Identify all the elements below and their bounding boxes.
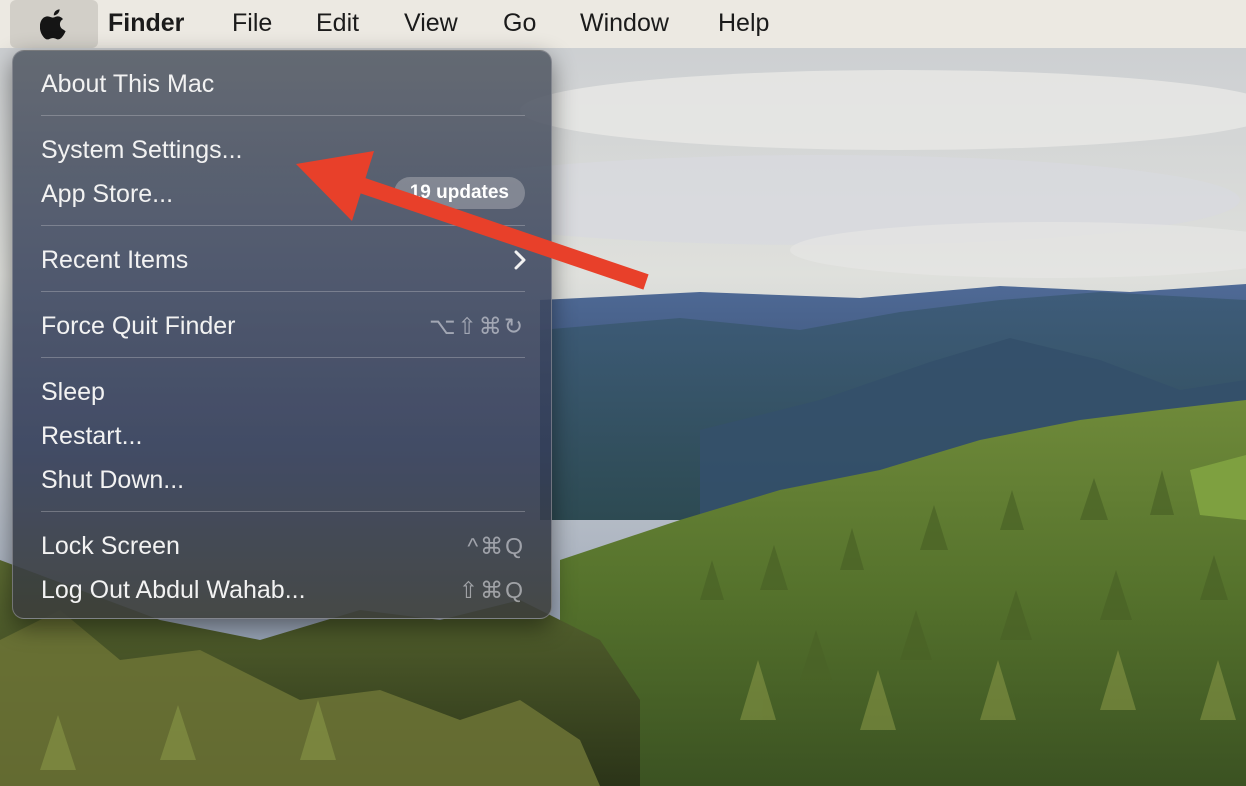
menu-item-label: App Store...	[41, 180, 174, 208]
apple-logo-icon	[40, 8, 68, 40]
chevron-right-icon	[513, 249, 527, 278]
menu-view[interactable]: View	[404, 0, 458, 48]
menu-item-label: System Settings...	[41, 136, 243, 164]
menu-item-log-out[interactable]: Log Out Abdul Wahab... ⇧⌘Q	[13, 570, 553, 610]
menu-item-label: Force Quit Finder	[41, 312, 236, 340]
apple-menu-button[interactable]	[10, 0, 98, 48]
menu-item-restart[interactable]: Restart...	[13, 416, 553, 456]
menu-separator	[41, 357, 525, 358]
menu-separator	[41, 511, 525, 512]
menu-separator	[41, 291, 525, 292]
menu-item-recent-items[interactable]: Recent Items	[13, 240, 553, 280]
menu-bar: Finder File Edit View Go Window Help	[0, 0, 1246, 48]
menu-file[interactable]: File	[232, 0, 272, 48]
menu-item-lock-screen[interactable]: Lock Screen ^⌘Q	[13, 526, 553, 566]
keyboard-shortcut: ⇧⌘Q	[458, 577, 525, 603]
apple-menu-dropdown: About This Mac System Settings... App St…	[12, 50, 552, 619]
menu-item-label: Sleep	[41, 378, 105, 406]
updates-badge: 19 updates	[393, 177, 525, 209]
menu-item-sleep[interactable]: Sleep	[13, 372, 553, 412]
menu-item-about-this-mac[interactable]: About This Mac	[13, 64, 553, 104]
menu-separator	[41, 225, 525, 226]
menu-edit[interactable]: Edit	[316, 0, 359, 48]
keyboard-shortcut: ^⌘Q	[467, 533, 525, 559]
menu-item-label: Lock Screen	[41, 532, 180, 560]
menu-item-label: Log Out Abdul Wahab...	[41, 576, 306, 604]
menu-item-force-quit[interactable]: Force Quit Finder ⌥⇧⌘↻	[13, 306, 553, 346]
menu-help[interactable]: Help	[718, 0, 769, 48]
menu-go[interactable]: Go	[503, 0, 536, 48]
menu-window[interactable]: Window	[580, 0, 669, 48]
menu-item-label: About This Mac	[41, 70, 215, 98]
menu-item-label: Recent Items	[41, 246, 189, 274]
menu-item-shut-down[interactable]: Shut Down...	[13, 460, 553, 500]
menu-item-system-settings[interactable]: System Settings...	[13, 130, 553, 170]
menu-item-label: Restart...	[41, 422, 143, 450]
menu-finder[interactable]: Finder	[108, 0, 184, 48]
menu-separator	[41, 115, 525, 116]
keyboard-shortcut: ⌥⇧⌘↻	[428, 313, 525, 339]
menu-item-label: Shut Down...	[41, 466, 185, 494]
